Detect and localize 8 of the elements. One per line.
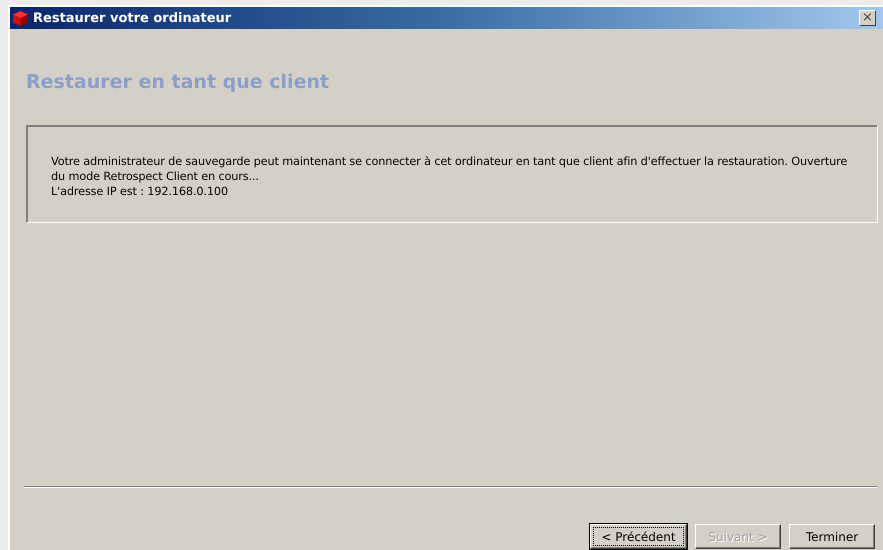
wizard-button[interactable]: Terminer [789, 524, 875, 549]
message-text: Votre administrateur de sauvegarde peut maintenant se connecter à cet ordinateur en tant que client afin d'effectuer la restauration. Ouverture du mode Retrospect Client en cours... [51, 154, 848, 184]
wizard-button[interactable]: < Précédent [590, 524, 687, 549]
page-heading: Restaurer en tant que client [26, 71, 330, 95]
close-button[interactable]: × [859, 10, 876, 26]
message-text: L'adresse IP est : 192.168.0.100 [51, 184, 229, 199]
cube-icon [12, 10, 29, 26]
window-title: Restaurer votre ordinateur [33, 10, 232, 26]
